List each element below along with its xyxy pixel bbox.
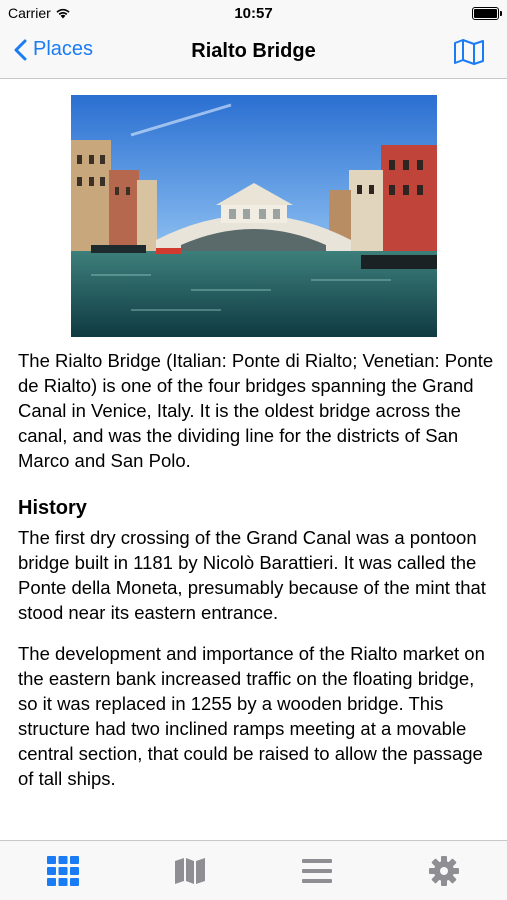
article-scroll-view[interactable]: The Rialto Bridge (Italian: Ponte di Ria…: [0, 80, 507, 840]
tab-map[interactable]: [127, 841, 254, 900]
history-paragraph-2: The development and importance of the Ri…: [18, 643, 485, 789]
battery-icon: [472, 7, 502, 20]
tab-bar: [0, 840, 507, 900]
map-icon: [454, 39, 484, 65]
status-time: 10:57: [234, 5, 273, 22]
tab-grid[interactable]: [0, 841, 127, 900]
map-icon: [175, 857, 206, 884]
page-title: Rialto Bridge: [191, 40, 316, 62]
intro-paragraph: The Rialto Bridge (Italian: Ponte di Ria…: [18, 350, 494, 471]
gear-icon: [428, 855, 459, 886]
list-icon: [301, 858, 332, 883]
tab-list[interactable]: [254, 841, 381, 900]
rialto-bridge-photo: [71, 95, 437, 337]
tab-settings[interactable]: [380, 841, 507, 900]
status-bar: Carrier 10:57: [0, 0, 507, 28]
history-heading: History: [18, 497, 87, 519]
history-paragraph-1: The first dry crossing of the Grand Cana…: [18, 527, 486, 623]
navigation-bar: Places Rialto Bridge: [0, 28, 507, 79]
article-body: The Rialto Bridge (Italian: Ponte di Ria…: [18, 348, 496, 807]
map-button[interactable]: [453, 38, 485, 71]
grid-icon: [47, 855, 80, 886]
